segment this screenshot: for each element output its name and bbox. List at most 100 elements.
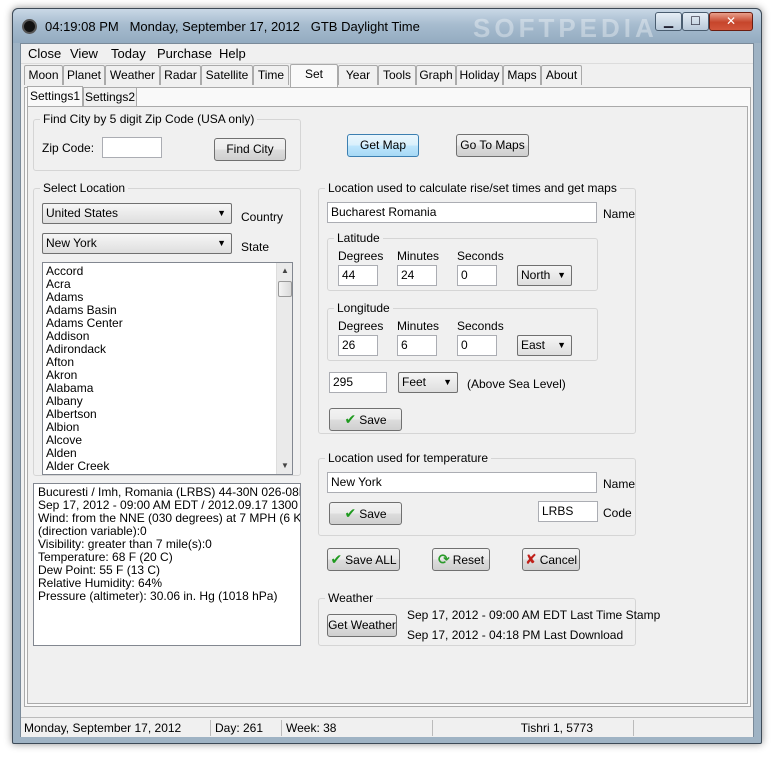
tab-maps[interactable]: Maps bbox=[503, 65, 541, 85]
close-window-button[interactable]: ✕ bbox=[709, 12, 753, 31]
list-item[interactable]: Adirondack bbox=[43, 343, 292, 356]
country-select[interactable]: United States ▼ bbox=[42, 203, 232, 224]
tab-holiday[interactable]: Holiday bbox=[456, 65, 503, 85]
tab-set[interactable]: Set bbox=[290, 64, 338, 87]
save-location-button[interactable]: ✔ Save bbox=[329, 408, 402, 431]
reset-button[interactable]: ⟳ Reset bbox=[432, 548, 490, 571]
maximize-icon: ☐ bbox=[690, 14, 701, 28]
tab-planet[interactable]: Planet bbox=[63, 65, 105, 85]
cancel-label: Cancel bbox=[539, 553, 578, 567]
subtab-settings1[interactable]: Settings1 bbox=[27, 86, 83, 107]
find-city-button[interactable]: Find City bbox=[214, 138, 286, 161]
tab-about[interactable]: About bbox=[541, 65, 582, 85]
lon-minutes-label: Minutes bbox=[397, 319, 440, 333]
country-value: United States bbox=[46, 206, 119, 220]
latitude-group: Latitude Degrees Minutes Seconds 44 24 0… bbox=[327, 231, 598, 291]
subtab-settings2[interactable]: Settings2 bbox=[83, 87, 137, 107]
menu-bar: Close View Today Purchase Help bbox=[21, 44, 753, 64]
weather-report-text[interactable]: Bucuresti / Imh, Romania (LRBS) 44-30N 0… bbox=[33, 483, 301, 646]
main-tabs: Moon Planet Weather Radar Satellite Time… bbox=[24, 64, 752, 87]
location-name-input[interactable]: Bucharest Romania bbox=[327, 202, 597, 223]
get-map-button[interactable]: Get Map bbox=[347, 134, 419, 157]
tab-satellite[interactable]: Satellite bbox=[201, 65, 253, 85]
tab-moon[interactable]: Moon bbox=[24, 65, 63, 85]
save-all-label: Save ALL bbox=[345, 553, 397, 567]
weather-group: Weather Get Weather Sep 17, 2012 - 09:00… bbox=[318, 591, 660, 646]
client-area: Close View Today Purchase Help Moon Plan… bbox=[20, 43, 754, 737]
station-code-input[interactable]: LRBS bbox=[538, 501, 598, 522]
last-time-stamp: Sep 17, 2012 - 09:00 AM EDT Last Time St… bbox=[407, 608, 661, 622]
lat-minutes-input[interactable]: 24 bbox=[397, 265, 437, 286]
list-item[interactable]: Accord bbox=[43, 265, 292, 278]
longitude-group: Longitude Degrees Minutes Seconds 26 6 0… bbox=[327, 301, 598, 361]
menu-close[interactable]: Close bbox=[28, 46, 61, 61]
maximize-button[interactable]: ☐ bbox=[682, 12, 709, 31]
softpedia-watermark: SOFTPEDIA bbox=[473, 13, 658, 43]
list-item[interactable]: Alcove bbox=[43, 434, 292, 447]
tab-tools[interactable]: Tools bbox=[378, 65, 416, 85]
location-temp-group: Location used for temperature New York N… bbox=[318, 451, 636, 536]
city-listbox[interactable]: Accord Acra Adams Adams Basin Adams Cent… bbox=[42, 262, 293, 475]
save-all-button[interactable]: ✔ Save ALL bbox=[327, 548, 400, 571]
location-name-label: Name bbox=[603, 207, 636, 221]
title-bar[interactable]: 04:19:08 PM Monday, September 17, 2012 G… bbox=[13, 9, 761, 43]
list-item[interactable]: Albertson bbox=[43, 408, 292, 421]
set-tab-panel: Settings1 Settings2 Find City by 5 digit… bbox=[24, 86, 751, 707]
zip-code-label: Zip Code: bbox=[42, 141, 95, 155]
checkmark-icon: ✔ bbox=[344, 505, 357, 521]
temp-location-name-label: Name bbox=[603, 477, 636, 491]
lat-hemisphere-value: North bbox=[521, 268, 551, 282]
cancel-button[interactable]: ✘ Cancel bbox=[522, 548, 580, 571]
go-to-maps-button[interactable]: Go To Maps bbox=[456, 134, 529, 157]
menu-today[interactable]: Today bbox=[111, 46, 146, 61]
list-item[interactable]: Alder Creek bbox=[43, 460, 292, 473]
scroll-thumb[interactable] bbox=[278, 281, 292, 297]
select-location-title: Select Location bbox=[40, 181, 129, 195]
status-date: Monday, September 17, 2012 bbox=[21, 720, 211, 736]
lat-seconds-input[interactable]: 0 bbox=[457, 265, 497, 286]
tab-year[interactable]: Year bbox=[338, 65, 378, 85]
lon-seconds-input[interactable]: 0 bbox=[457, 335, 497, 356]
lat-hemisphere-select[interactable]: North ▼ bbox=[517, 265, 572, 286]
lat-degrees-label: Degrees bbox=[338, 249, 384, 263]
tab-weather[interactable]: Weather bbox=[105, 65, 160, 85]
menu-purchase[interactable]: Purchase bbox=[157, 46, 212, 61]
temp-location-name-input[interactable]: New York bbox=[327, 472, 597, 493]
list-item[interactable]: Afton bbox=[43, 356, 292, 369]
city-list-scrollbar[interactable]: ▲ ▼ bbox=[276, 263, 292, 474]
title-timezone: GTB Daylight Time bbox=[310, 19, 420, 34]
scroll-down-icon[interactable]: ▼ bbox=[277, 458, 292, 474]
tab-graph[interactable]: Graph bbox=[416, 65, 456, 85]
window-title: 04:19:08 PM Monday, September 17, 2012 G… bbox=[45, 19, 420, 34]
lat-degrees-input[interactable]: 44 bbox=[338, 265, 378, 286]
zip-code-input[interactable] bbox=[102, 137, 162, 158]
state-label: State bbox=[241, 240, 270, 254]
lat-seconds-label: Seconds bbox=[457, 249, 504, 263]
tab-time[interactable]: Time bbox=[253, 65, 289, 85]
state-select[interactable]: New York ▼ bbox=[42, 233, 232, 254]
find-city-group: Find City by 5 digit Zip Code (USA only)… bbox=[33, 112, 301, 171]
scroll-up-icon[interactable]: ▲ bbox=[277, 263, 292, 279]
minimize-button[interactable]: ▁ bbox=[655, 12, 682, 31]
lon-degrees-input[interactable]: 26 bbox=[338, 335, 378, 356]
menu-help[interactable]: Help bbox=[219, 46, 246, 61]
elevation-input[interactable]: 295 bbox=[329, 372, 387, 393]
menu-view[interactable]: View bbox=[70, 46, 98, 61]
status-bar: Monday, September 17, 2012 Day: 261 Week… bbox=[21, 717, 753, 737]
chevron-down-icon: ▼ bbox=[443, 377, 452, 387]
lon-seconds-label: Seconds bbox=[457, 319, 504, 333]
last-download: Sep 17, 2012 - 04:18 PM Last Download bbox=[407, 628, 624, 642]
save-temp-location-label: Save bbox=[359, 507, 387, 521]
elevation-unit-select[interactable]: Feet ▼ bbox=[398, 372, 458, 393]
settings1-panel: Find City by 5 digit Zip Code (USA only)… bbox=[27, 106, 748, 704]
tab-radar[interactable]: Radar bbox=[160, 65, 201, 85]
lon-minutes-input[interactable]: 6 bbox=[397, 335, 437, 356]
app-window: 04:19:08 PM Monday, September 17, 2012 G… bbox=[12, 8, 762, 744]
save-temp-location-button[interactable]: ✔ Save bbox=[329, 502, 402, 525]
lon-hemisphere-select[interactable]: East ▼ bbox=[517, 335, 572, 356]
status-hebrew-date: Tishri 1, 5773 bbox=[434, 720, 634, 736]
location-temp-title: Location used for temperature bbox=[325, 451, 492, 465]
get-weather-button[interactable]: Get Weather bbox=[327, 614, 397, 637]
location-calc-group: Location used to calculate rise/set time… bbox=[318, 181, 636, 434]
city-list: Accord Acra Adams Adams Basin Adams Cent… bbox=[43, 263, 292, 473]
